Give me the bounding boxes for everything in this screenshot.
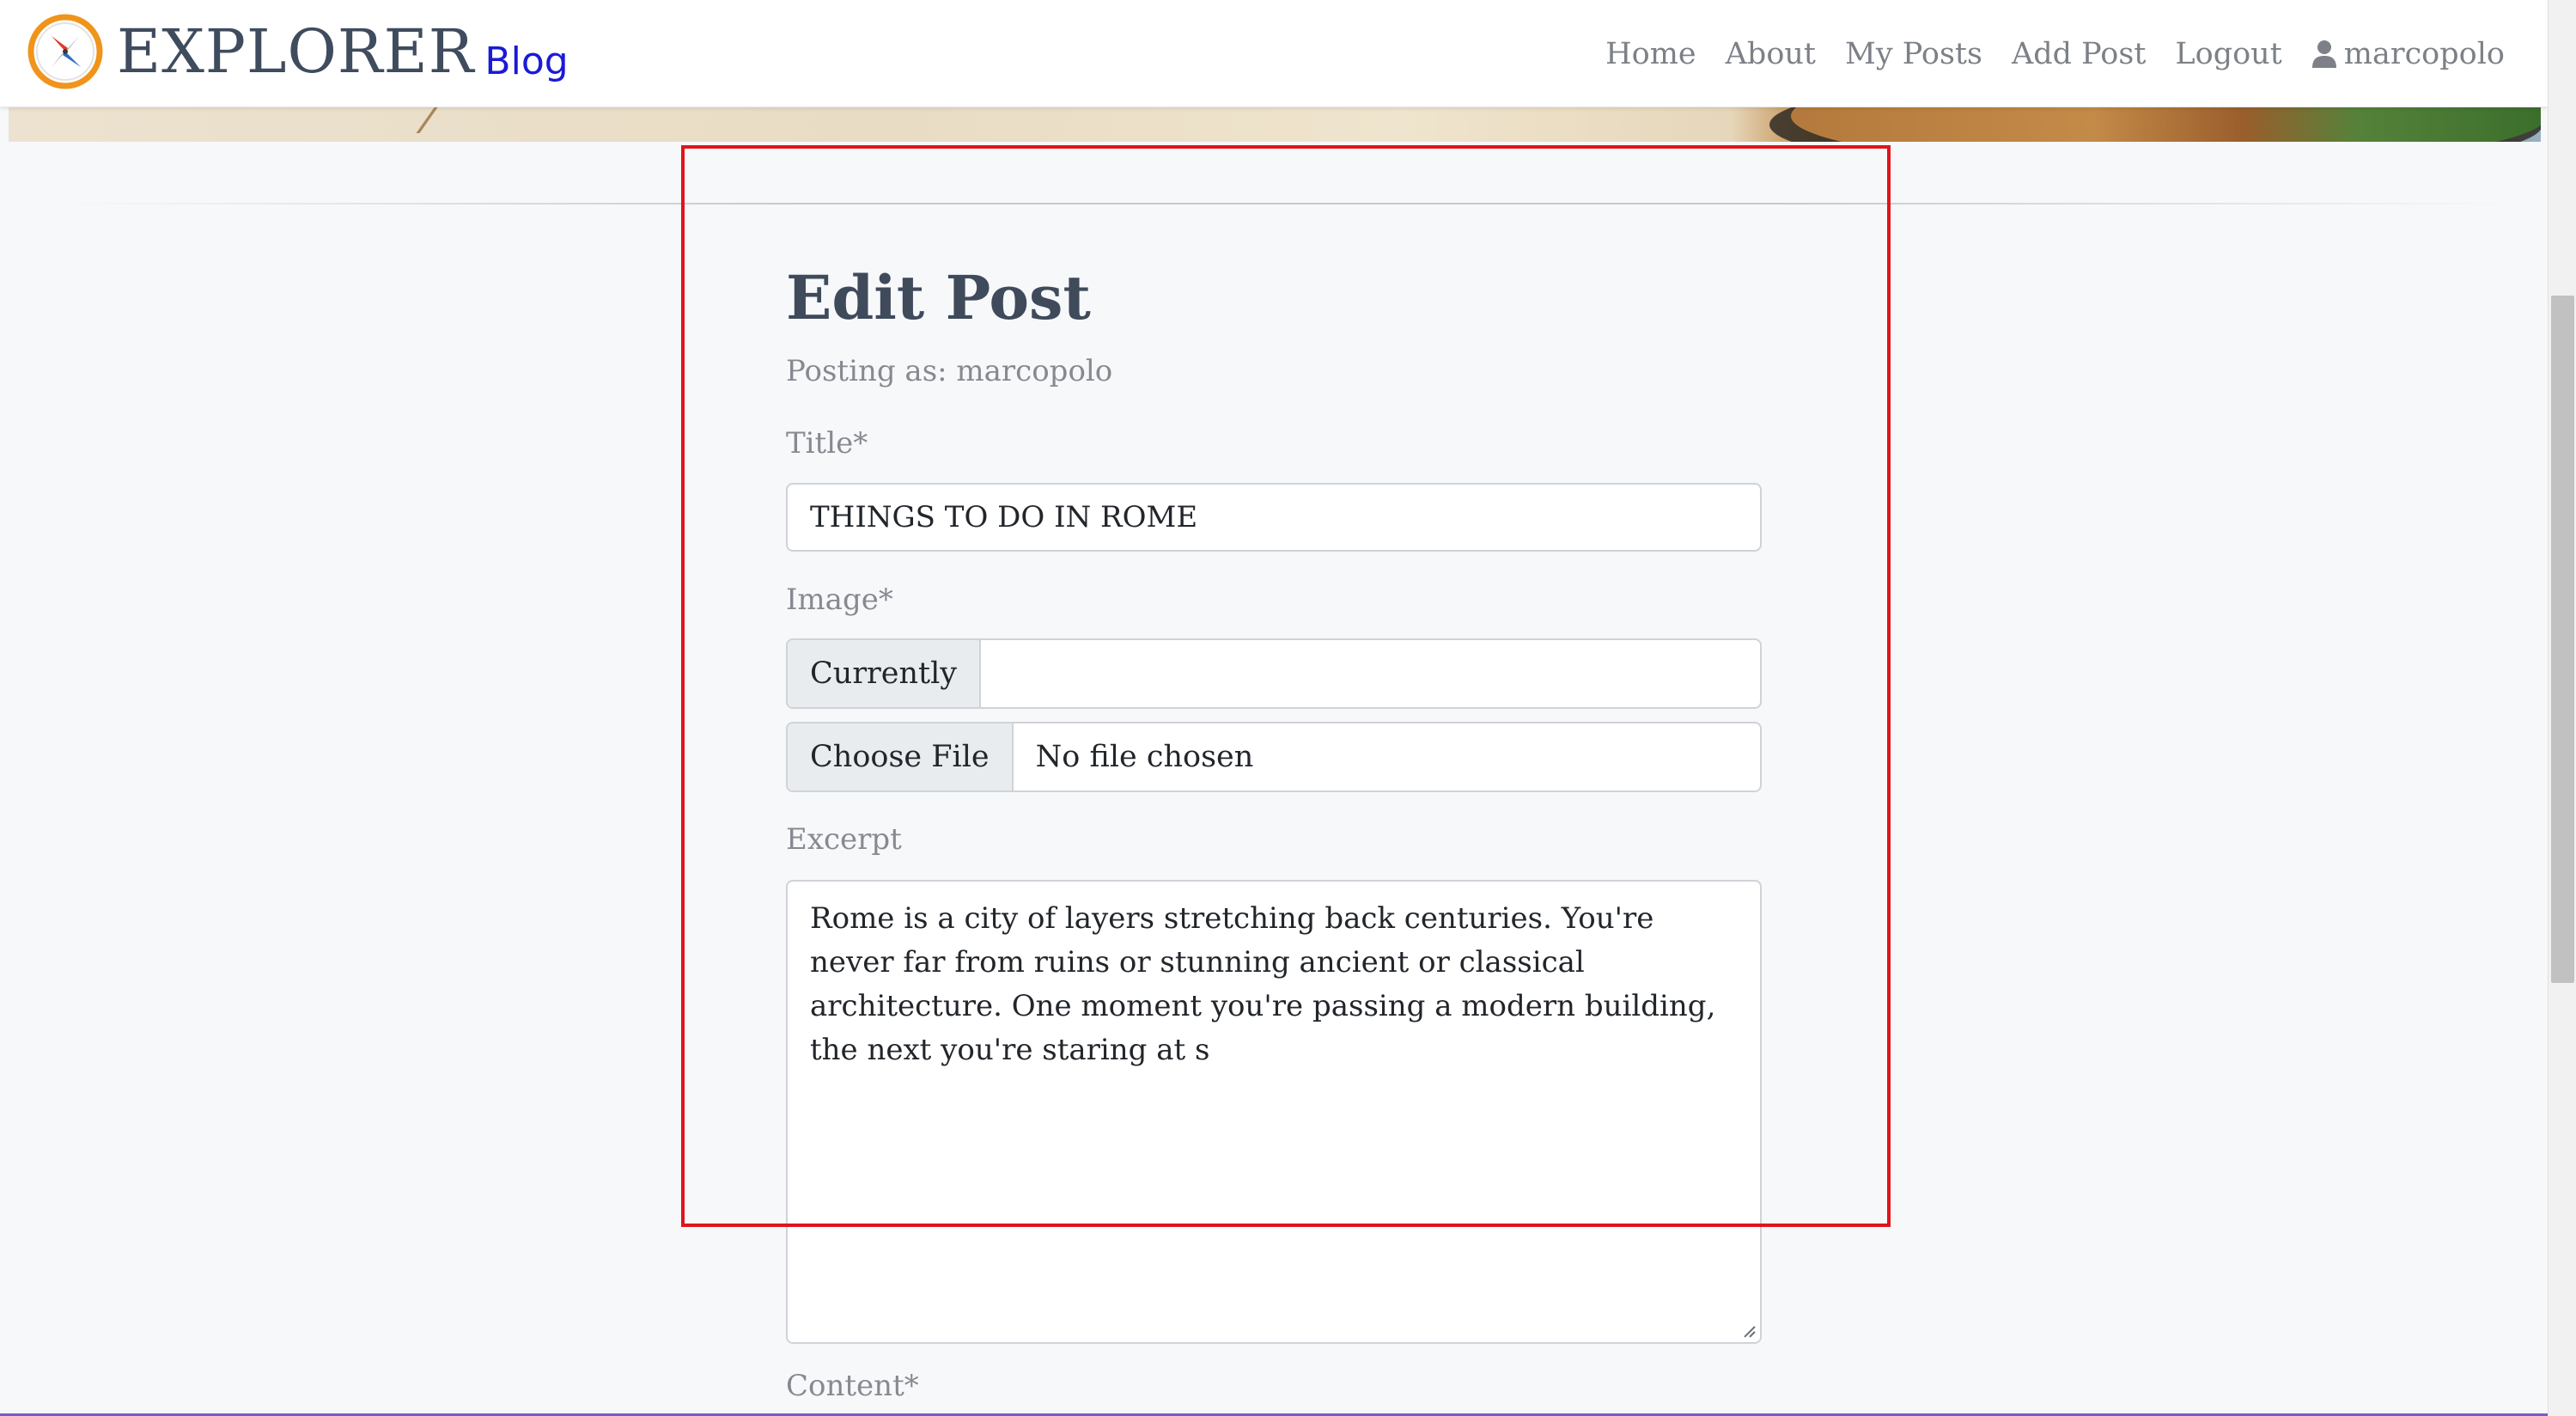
- compass-icon: [27, 14, 103, 89]
- image-label: Image*: [786, 583, 893, 617]
- excerpt-label: Excerpt: [786, 822, 902, 857]
- scrollbar[interactable]: [2548, 0, 2576, 1416]
- currently-image-field: Currently: [786, 638, 1762, 709]
- title-label: Title*: [786, 426, 868, 461]
- choose-file-button[interactable]: Choose File: [788, 723, 1014, 790]
- nav-home[interactable]: Home: [1605, 37, 1696, 71]
- excerpt-text: Rome is a city of layers stretching back…: [810, 901, 1716, 1067]
- section-divider: [60, 203, 2517, 204]
- nav-add-post[interactable]: Add Post: [2012, 37, 2146, 71]
- page-title: Edit Post: [786, 262, 1091, 333]
- nav-links: Home About My Posts Add Post Logout marc…: [1576, 0, 2505, 107]
- nav-my-posts[interactable]: My Posts: [1845, 37, 1982, 71]
- brand-link[interactable]: EXPLORER Blog: [27, 9, 569, 95]
- nav-logout[interactable]: Logout: [2175, 37, 2281, 71]
- navbar: EXPLORER Blog Home About My Posts Add Po…: [0, 0, 2548, 107]
- hero-banner-image: [9, 107, 2541, 142]
- file-input[interactable]: Choose File No file chosen: [786, 722, 1762, 792]
- excerpt-textarea[interactable]: Rome is a city of layers stretching back…: [786, 880, 1762, 1344]
- hero-decoration: [416, 107, 469, 133]
- content-label: Content*: [786, 1369, 919, 1403]
- hero-arc-scene: [1791, 107, 2541, 142]
- file-status: No file chosen: [1035, 740, 1254, 774]
- user-icon: [2311, 40, 2336, 68]
- brand-tag: Blog: [484, 40, 569, 83]
- resize-grip-icon[interactable]: [1741, 1323, 1757, 1339]
- posting-as-text: Posting as: marcopolo: [786, 354, 1113, 388]
- brand-name: EXPLORER: [117, 16, 475, 87]
- username: marcopolo: [2343, 36, 2505, 71]
- currently-image-value[interactable]: [981, 640, 1760, 707]
- scrollbar-thumb[interactable]: [2551, 296, 2574, 983]
- title-input[interactable]: THINGS TO DO IN ROME: [786, 483, 1762, 552]
- nav-user[interactable]: marcopolo: [2311, 37, 2505, 71]
- currently-label: Currently: [788, 640, 982, 707]
- nav-about[interactable]: About: [1726, 37, 1816, 71]
